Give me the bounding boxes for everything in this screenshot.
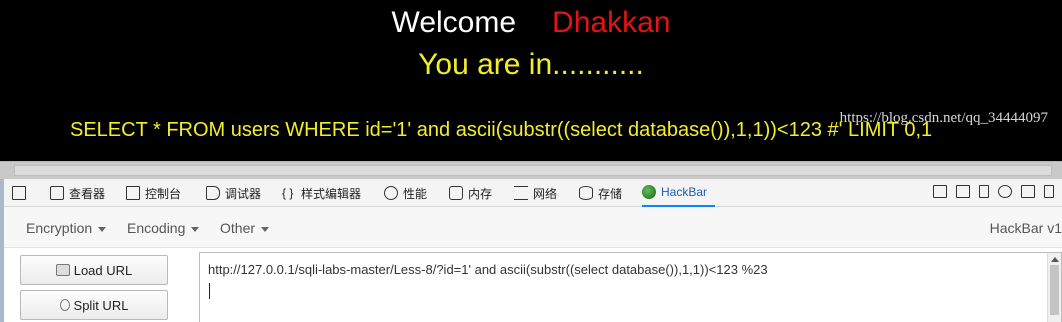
console-icon	[126, 186, 140, 200]
tab-debugger[interactable]: 调试器	[206, 179, 261, 207]
settings-gear-icon[interactable]	[998, 185, 1012, 198]
chevron-down-icon	[191, 226, 200, 232]
hackbar-version: HackBar v1	[989, 220, 1062, 236]
text-caret	[209, 283, 210, 299]
memory-icon	[449, 186, 463, 200]
dock-side-icon[interactable]	[956, 185, 970, 198]
tab-label: 存储	[598, 186, 623, 201]
tab-inspector[interactable]: 查看器	[50, 179, 105, 207]
tab-label: HackBar	[661, 185, 708, 199]
frame-select-icon[interactable]	[933, 185, 947, 198]
chevron-down-icon	[98, 226, 107, 232]
tab-console[interactable]: 控制台	[126, 179, 181, 207]
hackbar-body: Load URL Split URL http://127.0.0.1/sqli…	[4, 248, 1062, 322]
page-banner: Welcome Dhakkan You are in........... SEL…	[0, 0, 1062, 161]
tab-label: 内存	[468, 186, 493, 201]
load-url-label: Load URL	[73, 262, 133, 278]
performance-icon	[384, 186, 398, 200]
split-url-button[interactable]: Split URL	[20, 290, 168, 320]
element-picker-button[interactable]	[12, 179, 31, 207]
tab-network[interactable]: 网络	[514, 179, 557, 207]
menu-encoding[interactable]: Encoding	[127, 220, 200, 236]
scrollbar-thumb[interactable]	[14, 165, 1052, 176]
storage-icon	[579, 186, 593, 200]
user-name: Dhakkan	[552, 6, 671, 39]
devtools-controls	[933, 185, 1054, 198]
more-options-icon[interactable]	[1044, 185, 1054, 198]
textarea-scrollbar[interactable]	[1047, 253, 1061, 322]
tab-label: 性能	[403, 186, 428, 201]
tab-hackbar[interactable]: HackBar	[642, 179, 716, 207]
hackbar-toolbar: Encryption Encoding Other HackBar v1	[4, 208, 1062, 248]
chevron-down-icon	[261, 226, 270, 232]
debugger-icon	[206, 186, 220, 200]
tab-label: 查看器	[69, 186, 106, 201]
welcome-text: Welcome	[391, 6, 517, 39]
sql-query: SELECT * FROM users WHERE id='1' and asc…	[70, 119, 933, 141]
login-status: You are in...........	[418, 48, 644, 81]
inspector-icon	[50, 186, 64, 200]
load-url-button[interactable]: Load URL	[20, 255, 168, 285]
menu-other[interactable]: Other	[220, 220, 270, 236]
devtools-toolbar: 查看器 控制台 调试器 { } 样式编辑器 性能 内存 网络 存储 HackBa…	[4, 179, 1062, 207]
menu-label: Other	[220, 220, 256, 236]
watermark: https://blog.csdn.net/qq_34444097	[839, 110, 1048, 126]
scrollbar-thumb[interactable]	[1050, 265, 1059, 315]
url-text: http://127.0.0.1/sqli-labs-master/Less-8…	[208, 262, 768, 277]
element-picker-icon	[12, 186, 26, 200]
tab-label: 调试器	[225, 186, 262, 201]
menu-encryption[interactable]: Encryption	[26, 220, 107, 236]
responsive-mode-icon[interactable]	[979, 185, 989, 198]
tab-storage[interactable]: 存储	[579, 179, 622, 207]
menu-label: Encryption	[26, 220, 93, 236]
page-horizontal-scrollbar[interactable]	[0, 161, 1062, 179]
devtools-panel: 查看器 控制台 调试器 { } 样式编辑器 性能 内存 网络 存储 HackBa…	[0, 179, 1062, 322]
tab-performance[interactable]: 性能	[384, 179, 427, 207]
split-console-icon[interactable]	[1021, 185, 1035, 198]
welcome-line: Welcome Dhakkan	[0, 4, 1062, 42]
load-url-icon	[55, 264, 70, 276]
hackbar-icon	[642, 185, 656, 199]
tab-style-editor[interactable]: { } 样式编辑器	[282, 179, 361, 207]
scroll-up-icon[interactable]	[1051, 257, 1059, 262]
tab-label: 样式编辑器	[301, 186, 362, 201]
menu-label: Encoding	[127, 220, 186, 236]
style-editor-icon: { }	[282, 186, 294, 200]
scissors-icon	[59, 299, 70, 311]
tab-memory[interactable]: 内存	[449, 179, 492, 207]
tab-label: 网络	[533, 186, 558, 201]
network-icon	[514, 186, 528, 200]
url-textarea[interactable]: http://127.0.0.1/sqli-labs-master/Less-8…	[199, 252, 1062, 322]
split-url-label: Split URL	[73, 297, 129, 313]
tab-label: 控制台	[145, 186, 182, 201]
